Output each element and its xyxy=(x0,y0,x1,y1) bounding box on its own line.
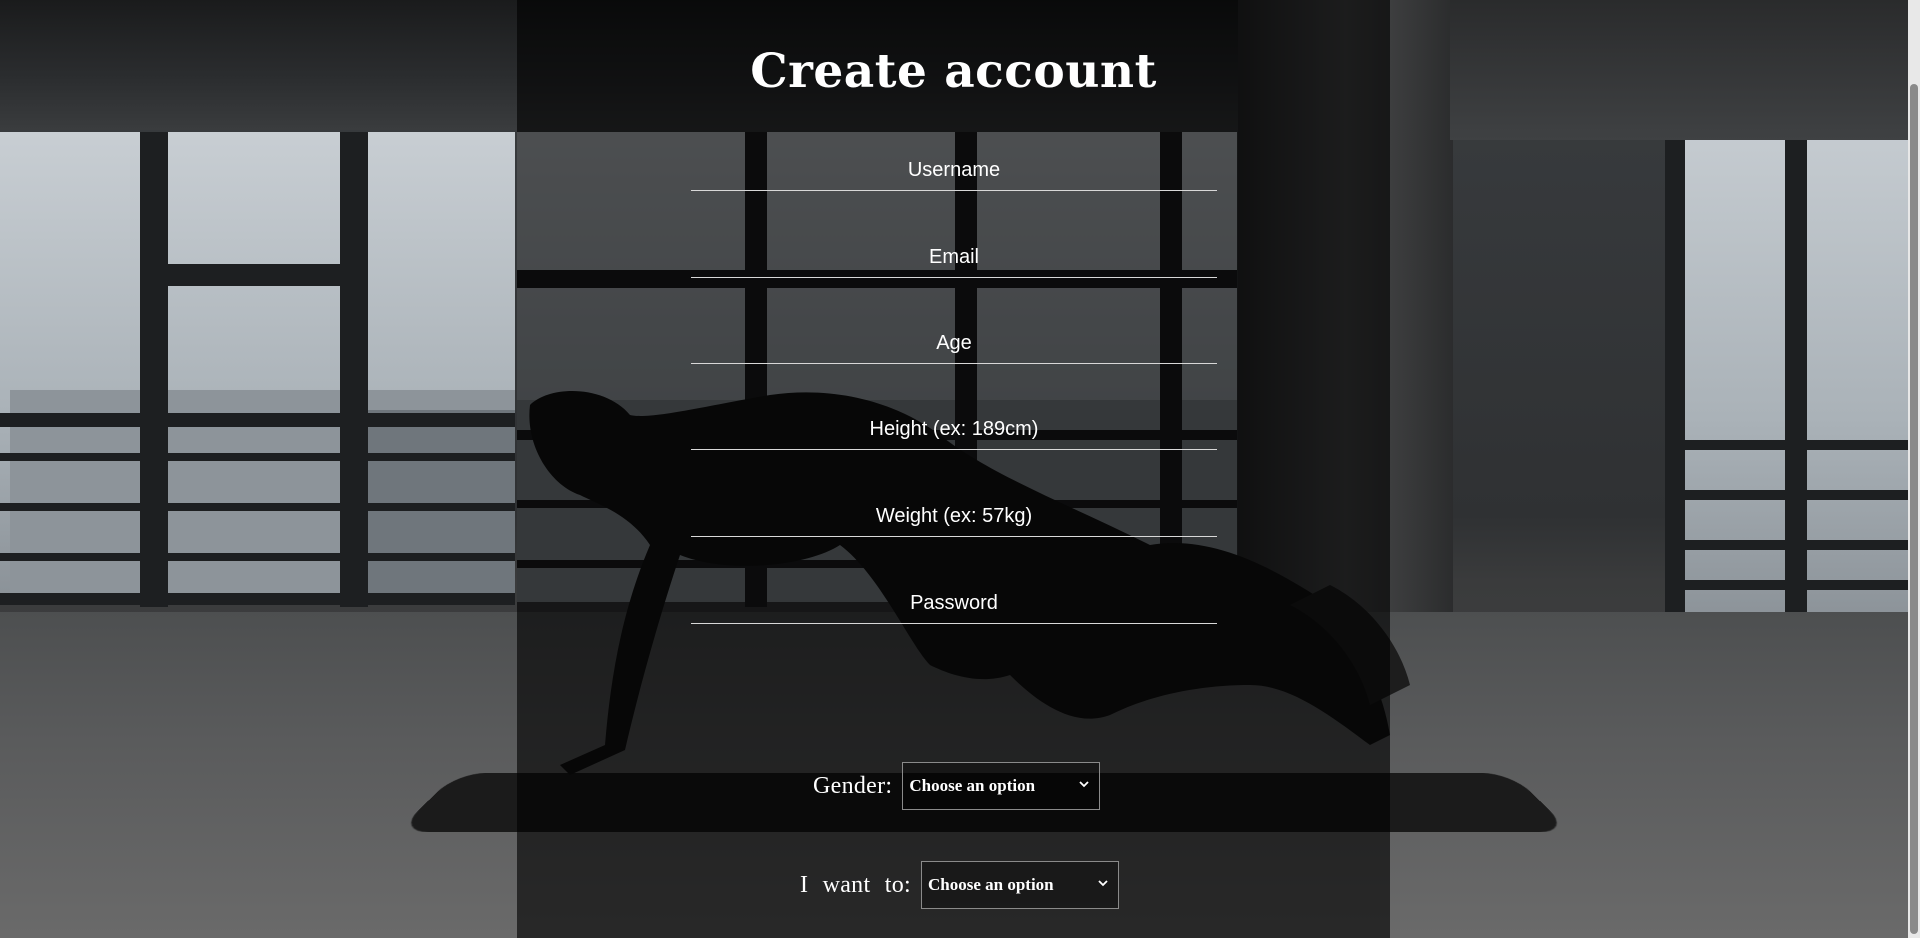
username-field[interactable] xyxy=(691,150,1217,191)
page-scrollbar[interactable] xyxy=(1908,0,1920,938)
email-field[interactable] xyxy=(691,237,1217,278)
window-frame xyxy=(1785,90,1807,635)
window-frame xyxy=(0,503,515,511)
window-frame xyxy=(0,593,515,605)
goal-select[interactable]: Choose an option xyxy=(920,861,1119,909)
chevron-down-icon xyxy=(1098,880,1108,887)
password-field[interactable] xyxy=(691,583,1217,624)
goal-selected-value: Choose an option xyxy=(927,875,1054,894)
scrollbar-thumb[interactable] xyxy=(1910,84,1918,934)
ceiling-right xyxy=(1450,0,1920,140)
window-frame xyxy=(1665,100,1685,635)
age-field[interactable] xyxy=(691,323,1217,364)
window-frame xyxy=(0,553,515,561)
gender-select[interactable]: Choose an option xyxy=(902,762,1101,810)
email-input[interactable] xyxy=(691,237,1217,277)
gender-selected-value: Choose an option xyxy=(909,776,1036,795)
goal-label: I want to: xyxy=(800,871,911,898)
window-frame xyxy=(0,413,515,427)
age-input[interactable] xyxy=(691,323,1217,363)
gender-label: Gender: xyxy=(813,772,893,799)
window-frame xyxy=(0,453,515,461)
window-frame xyxy=(1665,490,1920,500)
username-input[interactable] xyxy=(691,150,1217,190)
window-frame xyxy=(1665,580,1920,590)
weight-field[interactable] xyxy=(691,496,1217,537)
height-field[interactable] xyxy=(691,409,1217,450)
password-input[interactable] xyxy=(691,583,1217,623)
window-frame xyxy=(340,132,368,607)
window-frame xyxy=(140,132,168,607)
weight-input[interactable] xyxy=(691,496,1217,536)
chevron-down-icon xyxy=(1079,781,1090,788)
window-frame xyxy=(1665,440,1920,450)
height-input[interactable] xyxy=(691,409,1217,449)
gender-row: Gender: Choose an option xyxy=(813,762,1101,810)
window-frame xyxy=(1665,540,1920,550)
goal-row: I want to: Choose an option xyxy=(800,861,1119,909)
page-title: Create account xyxy=(750,44,1157,99)
window-frame xyxy=(140,264,368,286)
